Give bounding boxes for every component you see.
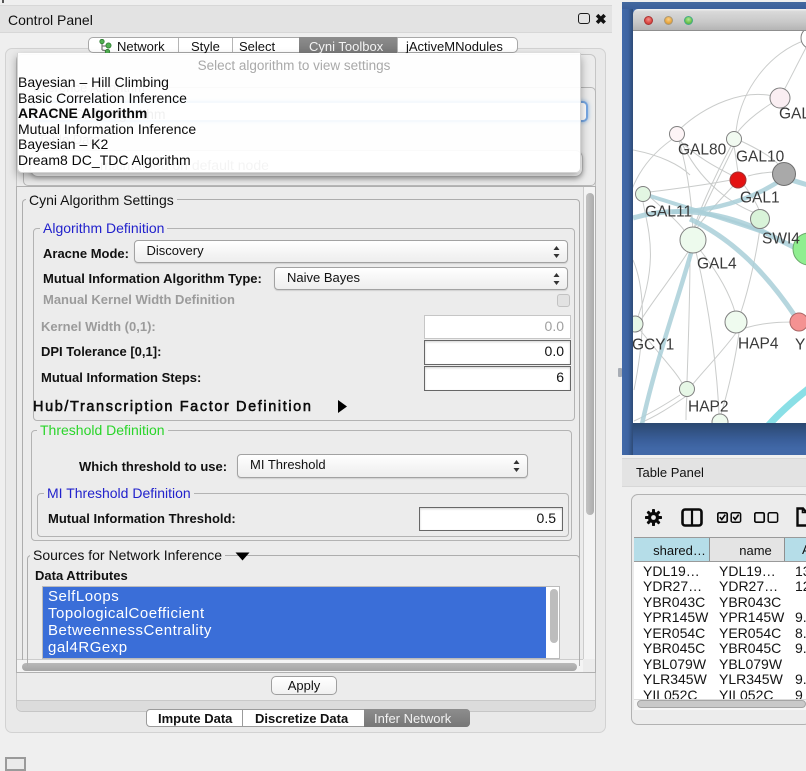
svg-text:GAL4: GAL4 bbox=[697, 256, 737, 273]
svg-text:Y: Y bbox=[795, 337, 805, 354]
svg-text:GCY1: GCY1 bbox=[633, 337, 674, 354]
svg-text:HAP4: HAP4 bbox=[738, 336, 779, 353]
svg-text:GAL11: GAL11 bbox=[645, 204, 692, 221]
svg-text:GAL7: GAL7 bbox=[779, 106, 806, 123]
svg-text:GAL1: GAL1 bbox=[740, 190, 780, 207]
svg-text:HAP2: HAP2 bbox=[688, 399, 729, 416]
svg-text:GAL80: GAL80 bbox=[678, 142, 727, 159]
svg-text:SWI4: SWI4 bbox=[762, 231, 800, 248]
svg-text:GAL10: GAL10 bbox=[736, 149, 785, 166]
